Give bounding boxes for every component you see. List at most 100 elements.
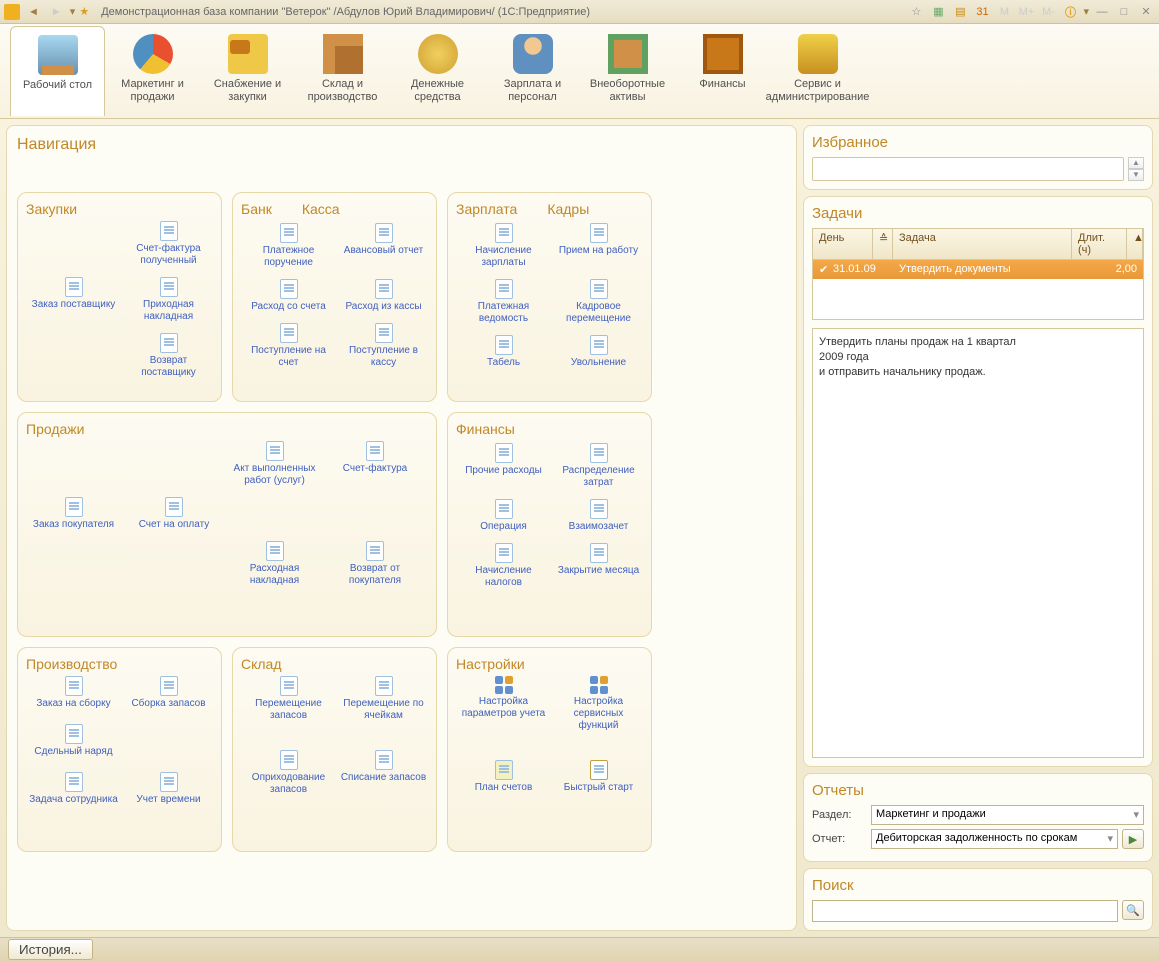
nav-item[interactable]: Акт выполненных работ (услуг) <box>227 439 322 489</box>
report-dropdown[interactable]: Дебиторская задолженность по срокам <box>871 829 1118 849</box>
mem-mminus-button[interactable]: M- <box>1039 4 1057 20</box>
nav-item[interactable]: Задача сотрудника <box>26 770 121 808</box>
search-button[interactable]: 🔍 <box>1122 900 1144 920</box>
nav-item[interactable]: Настройка сервисных функций <box>551 674 646 734</box>
minimize-button[interactable]: — <box>1093 4 1111 20</box>
section-tab[interactable]: Рабочий стол <box>10 26 105 116</box>
nav-item[interactable]: Сборка запасов <box>121 674 216 712</box>
favorites-up-icon[interactable]: ▲ <box>1128 157 1144 169</box>
nav-group-prodazhi: ПродажиАкт выполненных работ (услуг)Счет… <box>17 412 437 637</box>
nav-item[interactable]: Возврат от покупателя <box>328 539 423 589</box>
nav-item[interactable]: Закрытие месяца <box>551 541 646 591</box>
nav-item[interactable]: Перемещение по ячейкам <box>336 674 431 724</box>
col-task[interactable]: Задача <box>893 229 1072 259</box>
nav-item[interactable]: Прием на работу <box>551 221 646 271</box>
section-tab[interactable]: Денежные средства <box>390 26 485 116</box>
tab-label: Маркетинг и продажи <box>105 78 200 104</box>
nav-item[interactable]: Поступление в кассу <box>336 321 431 371</box>
close-button[interactable]: ✕ <box>1137 4 1155 20</box>
nav-item[interactable]: Счет на оплату <box>127 495 222 533</box>
run-report-button[interactable]: ▶ <box>1122 829 1144 849</box>
section-tab[interactable]: Сервис и администрирование <box>770 26 865 116</box>
tool-icon-1[interactable]: ▦ <box>929 4 947 20</box>
nav-item[interactable]: Расходная накладная <box>227 539 322 589</box>
favorite-icon[interactable]: ★ <box>79 5 89 18</box>
favorites-down-icon[interactable]: ▼ <box>1128 169 1144 181</box>
nav-group-nastroiki: Настройки Настройка параметров учетаНастр… <box>447 647 652 852</box>
task-row[interactable]: ✔ 31.01.09 Утвердить документы 2,00 <box>813 260 1143 279</box>
nav-item-label: Табель <box>487 357 520 369</box>
section-tab[interactable]: Финансы <box>675 26 770 116</box>
nav-item[interactable]: Кадровое перемещение <box>551 277 646 327</box>
nav-group-title: Настройки <box>456 656 643 672</box>
document-icon <box>65 724 83 744</box>
nav-item[interactable]: Платежная ведомость <box>456 277 551 327</box>
nav-item[interactable]: Расход со счета <box>241 277 336 315</box>
nav-item[interactable]: Табель <box>456 333 551 371</box>
nav-item[interactable]: Списание запасов <box>336 748 431 798</box>
nav-item[interactable]: Взаимозачет <box>551 497 646 535</box>
nav-item[interactable]: Заказ поставщику <box>26 275 121 325</box>
nav-item[interactable]: Начисление налогов <box>456 541 551 591</box>
nav-item[interactable]: Увольнение <box>551 333 646 371</box>
nav-item[interactable]: Быстрый старт <box>551 758 646 796</box>
nav-item[interactable]: Платежное поручение <box>241 221 336 271</box>
nav-item[interactable]: Оприходование запасов <box>241 748 336 798</box>
col-day[interactable]: День <box>813 229 873 259</box>
nav-item[interactable]: Учет времени <box>121 770 216 808</box>
history-button[interactable]: История... <box>8 939 93 960</box>
nav-item[interactable]: Сдельный наряд <box>26 722 121 760</box>
nav-item[interactable]: Прочие расходы <box>456 441 551 491</box>
nav-item-label: Расход из кассы <box>345 301 421 313</box>
document-icon <box>590 335 608 355</box>
nav-item[interactable]: Начисление зарплаты <box>456 221 551 271</box>
favorites-input[interactable] <box>812 157 1124 181</box>
section-tab[interactable]: Маркетинг и продажи <box>105 26 200 116</box>
nav-fwd-icon[interactable]: ► <box>47 6 66 18</box>
dropdown-icon[interactable]: ▾ <box>70 5 76 18</box>
nav-item[interactable]: Расход из кассы <box>336 277 431 315</box>
nav-item[interactable]: План счетов <box>456 758 551 796</box>
nav-item[interactable]: Настройка параметров учета <box>456 674 551 734</box>
nav-item[interactable]: Заказ покупателя <box>26 495 121 533</box>
nav-item[interactable]: Поступление на счет <box>241 321 336 371</box>
section-tab[interactable]: Зарплата и персонал <box>485 26 580 116</box>
nav-item-label: Авансовый отчет <box>344 245 423 257</box>
nav-item[interactable]: Распределение затрат <box>551 441 646 491</box>
section-dropdown[interactable]: Маркетинг и продажи <box>871 805 1144 825</box>
section-tab[interactable]: Внеоборотные активы <box>580 26 675 116</box>
maximize-button[interactable]: □ <box>1115 4 1133 20</box>
col-sort-icon[interactable]: ≙ <box>873 229 893 259</box>
calc-icon[interactable]: ▤ <box>951 4 969 20</box>
calendar-icon[interactable]: 31 <box>973 4 991 20</box>
mem-m-button[interactable]: M <box>995 4 1013 20</box>
mem-mplus-button[interactable]: M+ <box>1017 4 1035 20</box>
col-duration[interactable]: Длит. (ч) <box>1072 229 1127 259</box>
fav-add-icon[interactable]: ☆ <box>907 4 925 20</box>
nav-item[interactable]: Заказ на сборку <box>26 674 121 712</box>
nav-group-proizvodstvo: ПроизводствоЗаказ на сборкуСборка запасо… <box>17 647 222 852</box>
nav-item[interactable]: Операция <box>456 497 551 535</box>
search-input[interactable] <box>812 900 1118 922</box>
document-icon <box>280 750 298 770</box>
document-icon <box>65 772 83 792</box>
nav-item[interactable]: Счет-фактура полученный <box>121 219 216 269</box>
nav-item[interactable]: Счет-фактура <box>328 439 423 489</box>
flag-icon <box>590 760 608 780</box>
section-tab[interactable]: Снабжение и закупки <box>200 26 295 116</box>
nav-item[interactable]: Возврат поставщику <box>121 331 216 381</box>
nav-item[interactable]: Приходная накладная <box>121 275 216 325</box>
nav-item-label: Настройка параметров учета <box>458 696 549 720</box>
tasks-header: День ≙ Задача Длит. (ч) ▲ <box>812 228 1144 260</box>
info-dropdown-icon[interactable]: ▾ <box>1083 5 1089 18</box>
scroll-up-icon[interactable]: ▲ <box>1127 229 1143 259</box>
nav-back-icon[interactable]: ◄ <box>24 6 43 18</box>
section-tab[interactable]: Склад и производство <box>295 26 390 116</box>
nav-item-label: Заказ поставщику <box>32 299 116 311</box>
nav-item[interactable]: Авансовый отчет <box>336 221 431 271</box>
nav-item[interactable]: Перемещение запасов <box>241 674 336 724</box>
task-list[interactable]: ✔ 31.01.09 Утвердить документы 2,00 <box>812 260 1144 320</box>
nav-item-label: Расходная накладная <box>229 563 320 587</box>
info-icon[interactable]: ⓘ <box>1061 4 1079 20</box>
nav-item-label: Сдельный наряд <box>34 746 112 758</box>
